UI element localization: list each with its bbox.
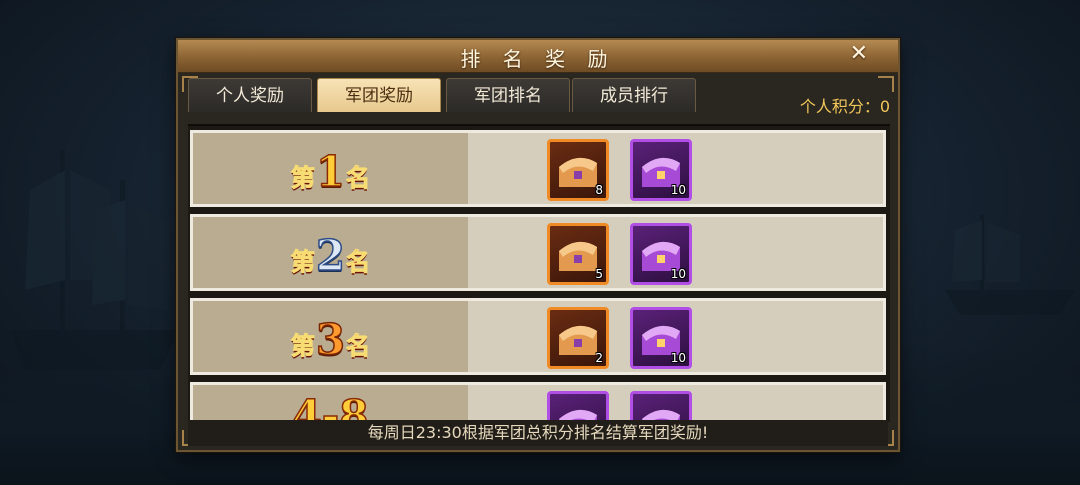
frame-corner	[878, 76, 894, 92]
reward-row-rank-3: 第3名 2 10	[190, 298, 886, 375]
tab-member-ranking[interactable]: 成员排行	[572, 78, 696, 112]
tab-legion-ranking[interactable]: 军团排名	[446, 78, 570, 112]
rank-suffix: 名	[346, 247, 371, 277]
purple-chest-icon[interactable]: 10	[630, 223, 692, 285]
item-count: 10	[670, 267, 686, 281]
orange-chest-icon[interactable]: 8	[547, 139, 609, 201]
rank-prefix: 第	[290, 331, 315, 361]
orange-chest-icon[interactable]: 2	[547, 307, 609, 369]
purple-chest-icon[interactable]: 10	[630, 139, 692, 201]
rank-label: 第1名	[193, 146, 468, 197]
dialog-title: 排 名 奖 励	[460, 47, 616, 71]
rank-suffix: 名	[346, 163, 371, 193]
close-icon[interactable]: ✕	[850, 41, 868, 66]
rank-prefix: 第	[290, 247, 315, 277]
rank-label: 4-8	[193, 390, 468, 422]
reward-row-rank-2: 第2名 5 10	[190, 214, 886, 291]
rank-prefix: 第	[290, 163, 315, 193]
item-count: 5	[595, 267, 603, 281]
purple-chest-icon[interactable]	[547, 391, 609, 422]
settlement-notice: 每周日23:30根据军团总积分排名结算军团奖励!	[188, 420, 888, 446]
rank-number: 1	[315, 146, 346, 197]
rank-suffix: 名	[346, 331, 371, 361]
orange-chest-icon[interactable]: 5	[547, 223, 609, 285]
rank-number: 2	[315, 230, 346, 281]
tab-legion-rewards[interactable]: 军团奖励	[317, 78, 441, 112]
rank-label: 第2名	[193, 230, 468, 281]
tab-personal-rewards[interactable]: 个人奖励	[188, 78, 312, 112]
item-count: 10	[670, 183, 686, 197]
item-count: 2	[595, 351, 603, 365]
reward-row-rank-1: 第1名 8 10	[190, 130, 886, 207]
rank-number: 3	[315, 314, 346, 365]
personal-score: 个人积分：0	[799, 97, 890, 116]
rank-number: 4-8	[292, 390, 369, 422]
purple-chest-icon[interactable]	[630, 391, 692, 422]
item-count: 8	[595, 183, 603, 197]
item-count: 10	[670, 351, 686, 365]
purple-chest-icon[interactable]: 10	[630, 307, 692, 369]
frame-corner	[182, 76, 198, 92]
rank-label: 第3名	[193, 314, 468, 365]
ranking-rewards-dialog: 排 名 奖 励 ✕ 个人奖励 军团奖励 军团排名 成员排行 个人积分：0 第1名…	[176, 38, 900, 452]
background-ship-right	[945, 215, 1075, 315]
reward-row-rank-4-8: 4-8	[190, 382, 886, 422]
reward-list[interactable]: 第1名 8 10 第2名 5 10 第3名 2 10 4-8	[188, 124, 890, 422]
dialog-title-bar: 排 名 奖 励 ✕	[178, 40, 898, 73]
